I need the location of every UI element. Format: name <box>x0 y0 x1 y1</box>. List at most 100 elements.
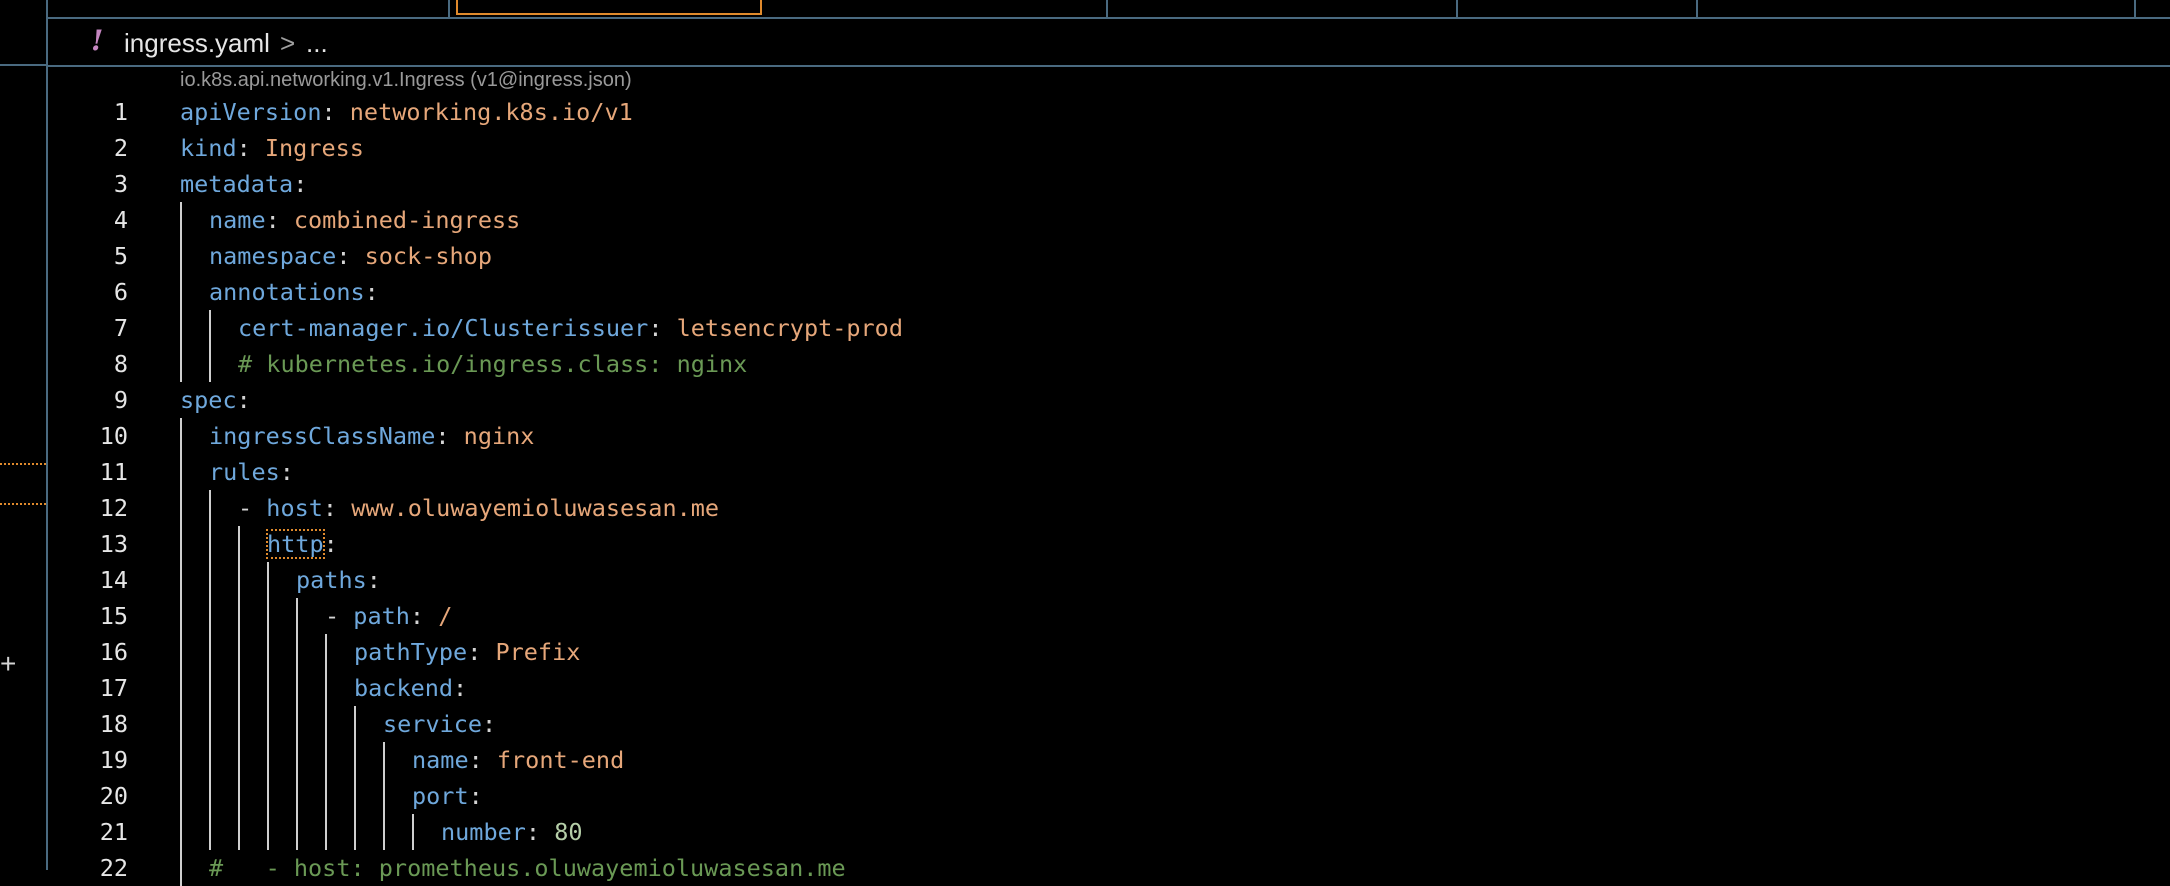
code-content: rules: <box>209 454 294 490</box>
code-line[interactable]: 1 apiVersion: networking.k8s.io/v1 <box>48 94 2170 130</box>
code-content: - path: / <box>325 598 452 634</box>
line-number: 19 <box>99 746 128 774</box>
indent-guide <box>296 814 298 850</box>
code-line[interactable]: 4 name: combined-ingress <box>48 202 2170 238</box>
code-line[interactable]: 14 paths: <box>48 562 2170 598</box>
code-content: namespace: sock-shop <box>209 238 492 274</box>
indent-guide <box>296 742 298 778</box>
editor-tab-active[interactable] <box>456 0 762 15</box>
code-line[interactable]: 17 backend: <box>48 670 2170 706</box>
yaml-value: sock-shop <box>364 242 492 270</box>
indent-guide <box>267 598 269 634</box>
yaml-separator: : <box>435 422 464 450</box>
yaml-key: metadata <box>180 170 294 198</box>
editor-tab[interactable] <box>1458 0 1698 17</box>
code-line[interactable]: 12 - host: www.oluwayemioluwasesan.me <box>48 490 2170 526</box>
indent-guide <box>209 670 211 706</box>
indent-guide <box>296 670 298 706</box>
yaml-separator: : <box>322 494 352 522</box>
code-line[interactable]: 6 annotations: <box>48 274 2170 310</box>
list-dash: - <box>238 494 267 522</box>
code-line[interactable]: 16 pathType: Prefix <box>48 634 2170 670</box>
yaml-key: service <box>383 710 483 738</box>
schema-codelens[interactable]: io.k8s.api.networking.v1.Ingress (v1@ing… <box>180 68 632 92</box>
indent-guide <box>383 814 385 850</box>
left-panel-strip: + <box>0 0 48 870</box>
yaml-value: combined-ingress <box>293 206 521 234</box>
line-number: 4 <box>113 206 128 234</box>
indent-guide <box>238 526 240 562</box>
indent-guide <box>238 598 240 634</box>
indent-guide <box>238 814 240 850</box>
editor-tab[interactable] <box>1698 0 2136 17</box>
selected-item-outline[interactable] <box>0 463 46 505</box>
editor-tab[interactable] <box>1108 0 1458 17</box>
line-number: 21 <box>99 818 128 846</box>
line-number: 22 <box>99 854 128 882</box>
code-line[interactable]: 18 service: <box>48 706 2170 742</box>
yaml-separator: : <box>648 314 677 342</box>
plus-icon[interactable]: + <box>0 646 16 682</box>
indent-guide <box>209 778 211 814</box>
code-line[interactable]: 7 cert-manager.io/Clusterissuer: letsencr… <box>48 310 2170 346</box>
code-line[interactable]: 5 namespace: sock-shop <box>48 238 2170 274</box>
code-line[interactable]: 2 kind: Ingress <box>48 130 2170 166</box>
code-line[interactable]: 19 name: front-end <box>48 742 2170 778</box>
breadcrumb: ! ingress.yaml > ... <box>48 19 2170 67</box>
indent-guide <box>180 238 182 274</box>
indent-guide <box>296 778 298 814</box>
code-line[interactable]: 20 port: <box>48 778 2170 814</box>
editor-tab[interactable] <box>48 0 450 17</box>
code-line[interactable]: 13 http: <box>48 526 2170 562</box>
indent-guide <box>238 634 240 670</box>
indent-guide <box>267 778 269 814</box>
code-content: spec: <box>180 382 251 418</box>
line-number: 1 <box>113 98 128 126</box>
indent-guide <box>238 670 240 706</box>
yaml-key: kind <box>180 134 237 162</box>
line-number: 2 <box>113 134 128 162</box>
code-line[interactable]: 21 number: 80 <box>48 814 2170 850</box>
indent-guide <box>180 202 182 238</box>
code-line[interactable]: 15 - path: / <box>48 598 2170 634</box>
yaml-separator: : <box>265 206 294 234</box>
yaml-key: ingressClassName <box>209 422 436 450</box>
yaml-separator: : <box>366 566 381 594</box>
indent-guide <box>325 670 327 706</box>
line-number: 7 <box>113 314 128 342</box>
yaml-separator: : <box>293 170 308 198</box>
indent-guide <box>325 742 327 778</box>
code-line[interactable]: 10 ingressClassName: nginx <box>48 418 2170 454</box>
breadcrumb-file-name[interactable]: ingress.yaml <box>124 27 270 59</box>
yaml-key: namespace <box>209 242 337 270</box>
yaml-comment: # - host: prometheus.oluwayemioluwasesan… <box>209 854 846 882</box>
code-line[interactable]: 9 spec: <box>48 382 2170 418</box>
indent-guide <box>180 850 182 886</box>
indent-guide <box>209 598 211 634</box>
code-line[interactable]: 11 rules: <box>48 454 2170 490</box>
indent-guide <box>354 706 356 742</box>
editor-tab-bar <box>48 0 2170 19</box>
breadcrumb-symbols[interactable]: ... <box>306 27 328 59</box>
indent-guide <box>267 562 269 598</box>
code-line[interactable]: 22 # - host: prometheus.oluwayemioluwases… <box>48 850 2170 886</box>
indent-guide <box>267 742 269 778</box>
code-line[interactable]: 3 metadata: <box>48 166 2170 202</box>
indent-guide <box>209 310 211 346</box>
code-content: metadata: <box>180 166 307 202</box>
indent-guide <box>325 706 327 742</box>
yaml-separator: : <box>453 674 468 702</box>
panel-divider <box>0 64 48 66</box>
line-number: 17 <box>99 674 128 702</box>
code-editor[interactable]: 1 apiVersion: networking.k8s.io/v1 2 kind: … <box>48 94 2170 886</box>
yaml-key: path <box>353 602 410 630</box>
indent-guide <box>209 526 211 562</box>
code-content: backend: <box>354 670 467 706</box>
code-line[interactable]: 8 # kubernetes.io/ingress.class: nginx <box>48 346 2170 382</box>
indent-guide <box>238 778 240 814</box>
yaml-key: spec <box>180 386 237 414</box>
yaml-key: paths <box>296 566 367 594</box>
editor-tab[interactable] <box>762 0 1108 17</box>
indent-guide <box>296 634 298 670</box>
yaml-separator: : <box>364 278 379 306</box>
